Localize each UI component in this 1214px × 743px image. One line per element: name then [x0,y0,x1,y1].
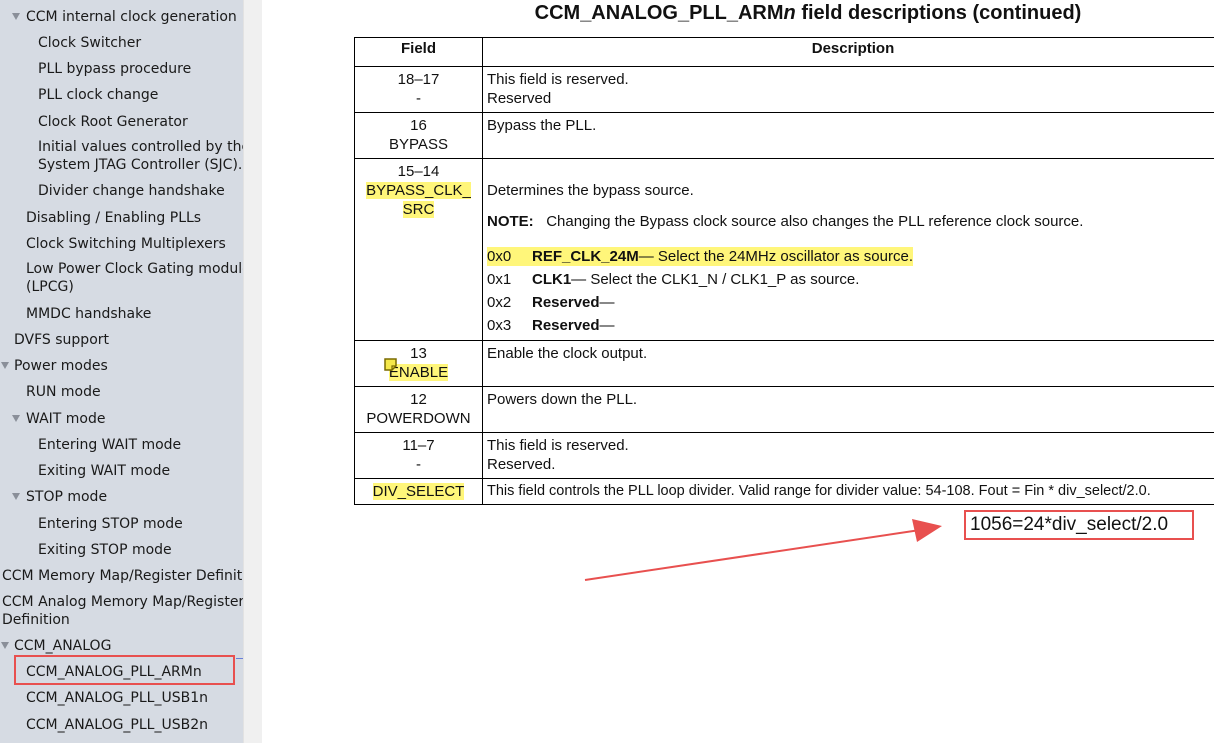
annotation-equation-box: 1056=24*div_select/2.0 [964,510,1194,540]
annotation-arrow [584,519,942,581]
